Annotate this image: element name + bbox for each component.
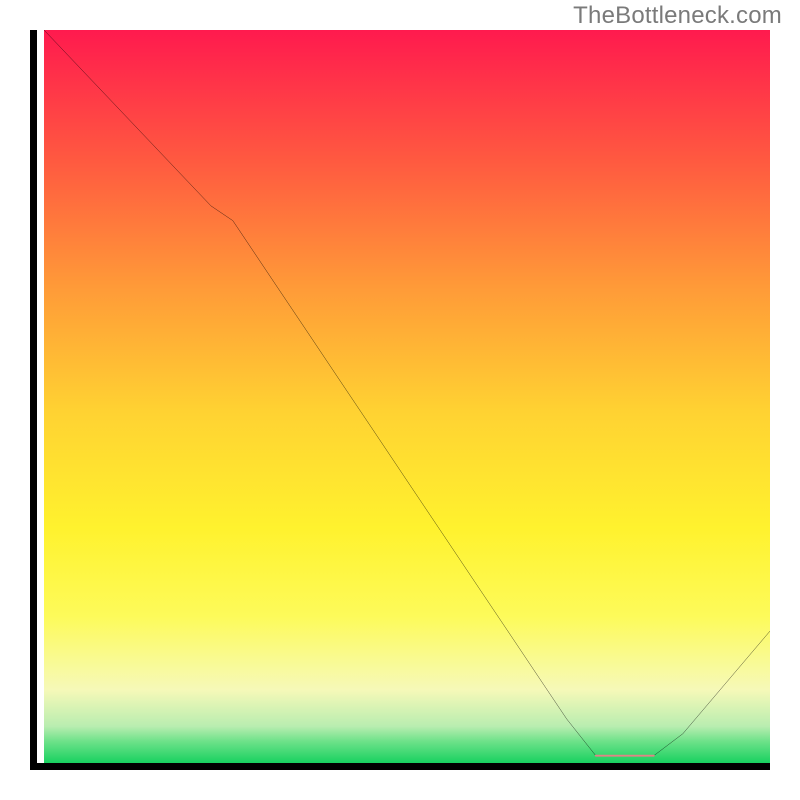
chart-plot-area bbox=[44, 30, 770, 763]
chart-overlay bbox=[44, 30, 770, 763]
bottleneck-curve-line bbox=[44, 30, 770, 756]
watermark-text: TheBottleneck.com bbox=[573, 2, 782, 30]
chart-axes bbox=[30, 30, 770, 770]
